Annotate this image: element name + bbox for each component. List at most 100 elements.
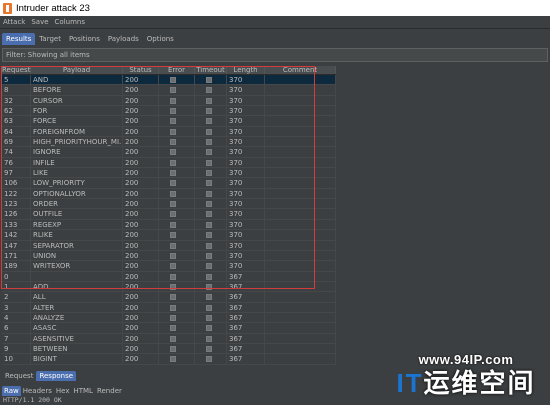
table-row[interactable]: 62 FOR 200 370	[2, 106, 336, 117]
checkbox-icon	[170, 128, 176, 135]
table-row[interactable]: 97 LIKE 200 370	[2, 168, 336, 179]
col-error[interactable]: Error	[159, 66, 195, 74]
table-row[interactable]: 4 ANALYZE 200 367	[2, 312, 336, 324]
menu-columns[interactable]: Columns	[55, 18, 85, 26]
table-row[interactable]: 64 FOREIGNFROM 200 370	[2, 126, 336, 138]
checkbox-icon	[206, 211, 212, 218]
checkbox-icon	[170, 263, 176, 270]
cell-timeout	[195, 199, 227, 209]
cell-length: 367	[227, 312, 265, 323]
cell-payload: ORDER	[31, 199, 123, 209]
tab-response[interactable]: Response	[36, 371, 77, 381]
table-row[interactable]: 10 BIGINT 200 367	[2, 354, 336, 365]
tab-positions[interactable]: Positions	[65, 33, 104, 45]
cell-length: 367	[227, 323, 265, 333]
cell-length: 370	[227, 168, 265, 178]
cell-payload: CURSOR	[31, 95, 123, 106]
checkbox-icon	[206, 242, 212, 249]
cell-request: 126	[2, 209, 31, 219]
tab-target[interactable]: Target	[35, 33, 65, 45]
col-length[interactable]: Length	[227, 66, 265, 74]
watermark-url: www.94IP.com	[418, 352, 514, 367]
cell-request: 97	[2, 168, 31, 178]
table-row[interactable]: 189 WRITEXOR 200 370	[2, 261, 336, 272]
cell-timeout	[195, 250, 227, 261]
tab-render[interactable]: Render	[95, 386, 124, 396]
cell-comment	[265, 116, 336, 126]
cell-payload: AND	[31, 75, 123, 85]
table-row[interactable]: 126 OUTFILE 200 370	[2, 209, 336, 220]
checkbox-icon	[170, 170, 176, 177]
checkbox-icon	[206, 273, 212, 280]
cell-length: 367	[227, 333, 265, 343]
filter-bar[interactable]: Filter: Showing all items	[2, 48, 548, 62]
cell-status: 200	[123, 147, 159, 157]
menu-attack[interactable]: Attack	[3, 18, 25, 26]
cell-status: 200	[123, 250, 159, 261]
checkbox-icon	[170, 180, 176, 187]
cell-length: 370	[227, 188, 265, 199]
table-row[interactable]: 63 FORCE 200 370	[2, 116, 336, 127]
table-row[interactable]: 106 LOW_PRIORITY 200 370	[2, 178, 336, 189]
cell-payload: ASENSITIVE	[31, 333, 123, 343]
cell-length: 370	[227, 85, 265, 95]
col-request[interactable]: Request	[2, 66, 31, 74]
checkbox-icon	[170, 221, 176, 228]
cell-status: 200	[123, 230, 159, 240]
cell-request: 9	[2, 343, 31, 354]
table-row[interactable]: 133 REGEXP 200 370	[2, 219, 336, 231]
cell-payload: ANALYZE	[31, 312, 123, 323]
table-row[interactable]: 142 RLIKE 200 370	[2, 230, 336, 241]
table-row[interactable]: 9 BETWEEN 200 367	[2, 343, 336, 355]
table-row[interactable]: 1 ADD 200 367	[2, 281, 336, 293]
cell-request: 4	[2, 312, 31, 323]
col-payload[interactable]: Payload	[31, 66, 123, 74]
table-row[interactable]: 2 ALL 200 367	[2, 292, 336, 303]
checkbox-icon	[170, 149, 176, 156]
checkbox-icon	[206, 221, 212, 228]
cell-payload: BETWEEN	[31, 343, 123, 354]
cell-error	[159, 250, 195, 261]
tab-request[interactable]: Request	[2, 371, 36, 381]
cell-comment	[265, 199, 336, 209]
checkbox-icon	[170, 345, 176, 352]
col-comment[interactable]: Comment	[265, 66, 336, 74]
tab-options[interactable]: Options	[143, 33, 178, 45]
table-row[interactable]: 7 ASENSITIVE 200 367	[2, 333, 336, 344]
menu-save[interactable]: Save	[31, 18, 48, 26]
tab-html[interactable]: HTML	[71, 386, 94, 396]
cell-request: 133	[2, 219, 31, 230]
table-row[interactable]: 3 ALTER 200 367	[2, 302, 336, 313]
table-row[interactable]: 8 BEFORE 200 370	[2, 85, 336, 96]
checkbox-icon	[170, 108, 176, 115]
tab-headers[interactable]: Headers	[21, 386, 54, 396]
checkbox-icon	[170, 97, 176, 104]
cell-timeout	[195, 240, 227, 250]
cell-comment	[265, 302, 336, 312]
table-row[interactable]: 32 CURSOR 200 370	[2, 95, 336, 107]
cell-comment	[265, 292, 336, 302]
table-row[interactable]: 123 ORDER 200 370	[2, 199, 336, 210]
table-row[interactable]: 5 AND 200 370	[2, 75, 336, 86]
cell-comment	[265, 85, 336, 95]
tab-results[interactable]: Results	[2, 33, 36, 45]
table-row[interactable]: 6 ASASC 200 367	[2, 323, 336, 334]
cell-status: 200	[123, 302, 159, 312]
table-row[interactable]: 0 200 367	[2, 271, 336, 282]
tab-payloads[interactable]: Payloads	[104, 33, 143, 45]
table-row[interactable]: 69 HIGH_PRIORITYHOUR_MI... 200 370	[2, 137, 336, 148]
table-row[interactable]: 122 OPTIONALLYOR 200 370	[2, 188, 336, 200]
table-row[interactable]: 147 SEPARATOR 200 370	[2, 240, 336, 251]
cell-comment	[265, 95, 336, 106]
cell-error	[159, 354, 195, 364]
table-row[interactable]: 74 IGNORE 200 370	[2, 147, 336, 158]
cell-error	[159, 199, 195, 209]
col-timeout[interactable]: Timeout	[195, 66, 227, 74]
tab-hex[interactable]: Hex	[54, 386, 72, 396]
col-status[interactable]: Status	[123, 66, 159, 74]
table-row[interactable]: 171 UNION 200 370	[2, 250, 336, 262]
cell-comment	[265, 354, 336, 364]
tab-raw[interactable]: Raw	[2, 386, 21, 396]
checkbox-icon	[170, 159, 176, 166]
table-row[interactable]: 76 INFILE 200 370	[2, 157, 336, 169]
